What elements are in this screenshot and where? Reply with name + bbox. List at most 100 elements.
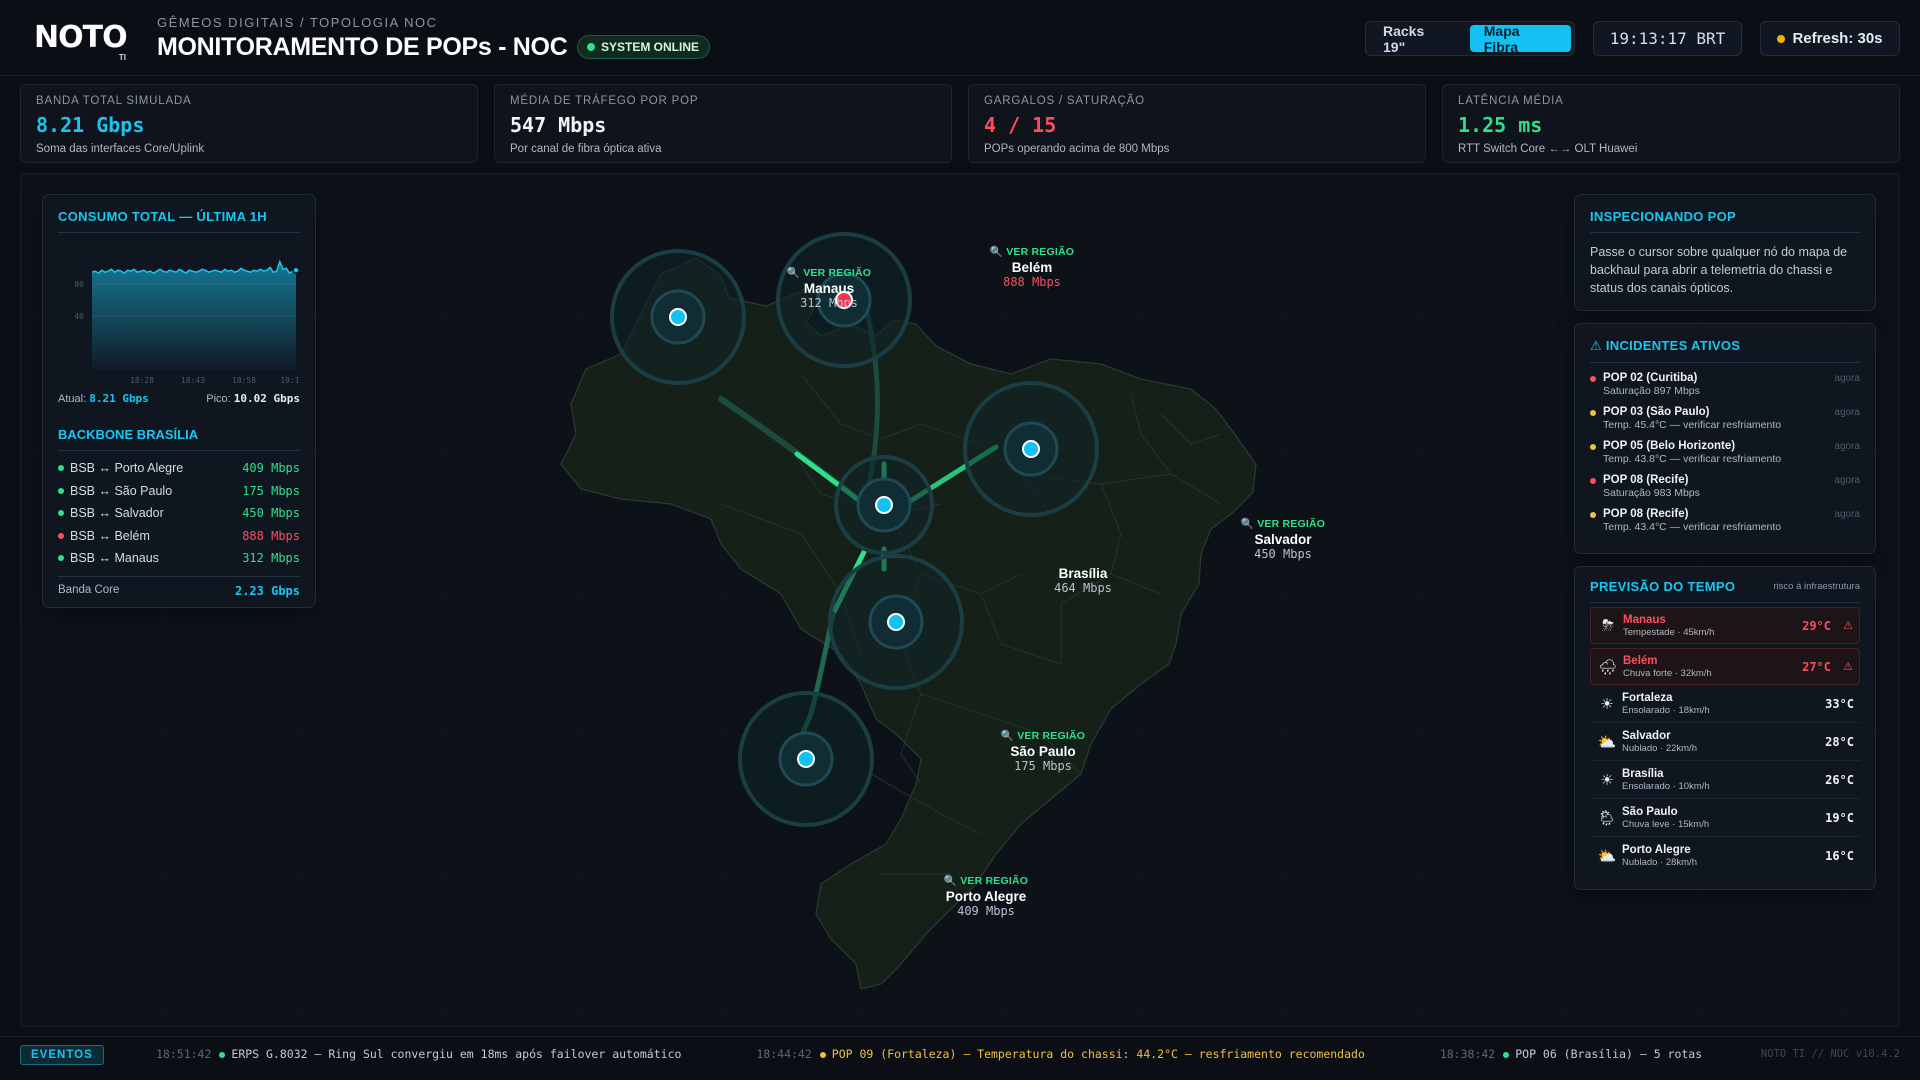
incident-item[interactable]: POP 08 (Recife) Saturação 983 Mbps agora [1590,474,1860,499]
warning-icon: ⚠ [1843,620,1853,632]
incident-time: agora [1834,441,1860,452]
backbone-link-row[interactable]: BSB ↔ São Paulo 175 Mbps [58,480,300,503]
weather-title: PREVISÃO DO TEMPO [1590,579,1736,594]
pop-node-saopaulo[interactable] [828,554,964,690]
status-dot-icon [587,43,595,51]
incident-name: POP 03 (São Paulo) [1603,406,1710,418]
current-label: Atual: [58,393,87,405]
pop-node-brasilia[interactable] [834,455,934,555]
weather-row-manaus[interactable]: ⛈ Manaus Tempestade · 45km/h 29°C ⚠ [1590,607,1860,644]
pop-label-brasilia: Brasília 464 Mbps [1013,564,1153,595]
weather-row-fortaleza[interactable]: ☀ Fortaleza Ensolarado · 18km/h 33°C [1590,685,1860,723]
weather-desc: Nublado · 28km/h [1622,857,1697,868]
severity-dot-icon [1590,478,1596,484]
weather-city: São Paulo [1622,805,1678,818]
consumption-series [91,259,300,370]
view-region-link[interactable]: 🔍 VER REGIÃO [973,729,1113,742]
consumption-title: CONSUMO TOTAL — ÚLTIMA 1H [58,209,300,233]
refresh-dot-icon [1777,34,1786,43]
status-dot-icon [58,510,64,517]
weather-row-portoalegre[interactable]: ⛅ Porto Alegre Nublado · 28km/h 16°C [1590,837,1860,875]
consumption-legend: Atual: 8.21 Gbps Pico: 10.02 Gbps [58,392,300,405]
incident-desc: Temp. 43.8°C — verificar resfriamento [1603,453,1782,465]
kpi-value: 8.21 Gbps [36,113,145,137]
event-time: 18:44:42 [756,1047,812,1061]
backbone-link-row[interactable]: BSB ↔ Belém 888 Mbps [58,525,300,548]
backbone-total-value: 2.23 Gbps [234,583,300,598]
pop-traffic: 312 Mbps [800,296,858,310]
pop-node-salvador[interactable] [963,381,1099,517]
view-region-link[interactable]: 🔍 VER REGIÃO [759,266,899,279]
x-tick-label: 19:1 [280,376,299,385]
kpi-label: GARGALOS / SATURAÇÃO [984,95,1145,107]
status-dot-icon [58,487,64,494]
pop-label-portoalegre: 🔍 VER REGIÃO Porto Alegre 409 Mbps [916,874,1056,918]
sun-icon: ☀ [1600,695,1614,713]
pop-name: Salvador [1254,532,1312,547]
pop-traffic: 175 Mbps [1014,759,1072,773]
incident-list: POP 02 (Curitiba) Saturação 897 Mbps agor… [1590,372,1860,533]
weather-temp: 19°C [1825,810,1854,825]
refresh-button[interactable]: Refresh: 30s [1760,21,1900,56]
incident-name: POP 05 (Belo Horizonte) [1603,440,1736,452]
racks-view-button[interactable]: Racks 19" [1369,23,1464,55]
warning-icon: ⚠ [1843,661,1853,673]
pop-name: Brasília [1058,566,1108,581]
kpi-label: MÉDIA DE TRÁFEGO POR POP [510,95,699,107]
pop-node-manaus[interactable] [610,249,746,385]
incident-name: POP 08 (Recife) [1603,508,1689,520]
events-badge[interactable]: EVENTOS [20,1045,104,1065]
incident-item[interactable]: POP 03 (São Paulo) Temp. 45.4°C — verific… [1590,406,1860,431]
weather-desc: Nublado · 22km/h [1622,742,1697,754]
backbone-link-row[interactable]: BSB ↔ Porto Alegre 409 Mbps [58,457,300,480]
backbone-link-row[interactable]: BSB ↔ Salvador 450 Mbps [58,502,300,525]
weather-row-belem[interactable]: 🌧 Belém Chuva forte · 32km/h 27°C ⚠ [1590,648,1860,685]
weather-row-salvador[interactable]: ⛅ Salvador Nublado · 22km/h 28°C [1590,723,1860,761]
kpi-sub: RTT Switch Core ←→ OLT Huawei [1458,143,1638,155]
consumption-line [91,259,297,275]
kpi-card-latency: LATÊNCIA MÉDIA 1.25 ms RTT Switch Core ←… [1442,84,1900,163]
event-text: POP 09 (Fortaleza) — Temperatura do chas… [831,1047,1365,1061]
incident-item[interactable]: POP 08 (Recife) Temp. 43.4°C — verificar … [1590,508,1860,533]
incident-time: agora [1834,475,1860,486]
event-time: 18:38:42 [1439,1047,1496,1061]
incident-item[interactable]: POP 02 (Curitiba) Saturação 897 Mbps agor… [1590,372,1860,397]
consumption-chart: 80 40 18:28 18:43 18:58 19:1 [58,243,300,388]
storm-icon: ⛈ [1601,617,1614,634]
view-region-link[interactable]: 🔍 VER REGIÃO [962,245,1102,258]
backbone-link-row[interactable]: BSB ↔ Manaus 312 Mbps [58,547,300,570]
weather-desc: Ensolarado · 18km/h [1622,704,1710,716]
pop-traffic: 464 Mbps [1054,581,1112,595]
view-region-link[interactable]: 🔍 VER REGIÃO [916,874,1056,887]
pop-traffic: 450 Mbps [1254,547,1312,561]
sun-icon: ☀ [1600,771,1614,789]
pop-label-manaus: 🔍 VER REGIÃO Manaus 312 Mbps [759,266,899,310]
incident-name: POP 02 (Curitiba) [1603,372,1698,384]
link-value: 312 Mbps [242,551,300,566]
weather-desc: Ensolarado · 10km/h [1622,780,1710,792]
x-tick-label: 18:43 [181,376,205,385]
ticker-event: 18:44:42 POP 09 (Fortaleza) — Temperatura… [756,1047,1365,1061]
weather-row-brasilia[interactable]: ☀ Brasília Ensolarado · 10km/h 26°C [1590,761,1860,799]
pop-label-saopaulo: 🔍 VER REGIÃO São Paulo 175 Mbps [973,729,1113,773]
view-region-link[interactable]: 🔍 VER REGIÃO [1213,517,1353,530]
fiber-map-area[interactable]: 🔍 VER REGIÃO Manaus 312 Mbps 🔍 VER REGIÃ… [20,173,1900,1027]
pop-traffic: 409 Mbps [957,904,1015,918]
weather-temp: 16°C [1825,849,1854,863]
kpi-label: LATÊNCIA MÉDIA [1458,95,1564,107]
incident-desc: Temp. 43.4°C — verificar resfriamento [1603,521,1782,533]
pop-node-portoalegre[interactable] [738,691,874,827]
incidents-title: ⚠ INCIDENTES ATIVOS [1590,338,1860,363]
events-ticker-bar: EVENTOS 18:51:42 ERPS G.8032 — Ring Sul c… [0,1036,1920,1072]
partly-cloudy-icon: ⛅ [1597,733,1617,751]
incident-item[interactable]: POP 05 (Belo Horizonte) Temp. 43.8°C — ve… [1590,440,1860,465]
weather-temp: 29°C [1802,618,1831,633]
consumption-panel: CONSUMO TOTAL — ÚLTIMA 1H 80 40 18:28 18… [42,194,316,608]
fiber-map-view-button[interactable]: Mapa Fibra [1469,23,1571,55]
weather-row-saopaulo[interactable]: 🌦 São Paulo Chuva leve · 15km/h 19°C [1590,799,1860,837]
link-value: 450 Mbps [242,506,300,521]
severity-dot-icon [1590,512,1596,518]
status-dot-icon [58,465,64,472]
weather-city: Belém [1623,654,1658,667]
weather-city: Manaus [1623,613,1666,626]
